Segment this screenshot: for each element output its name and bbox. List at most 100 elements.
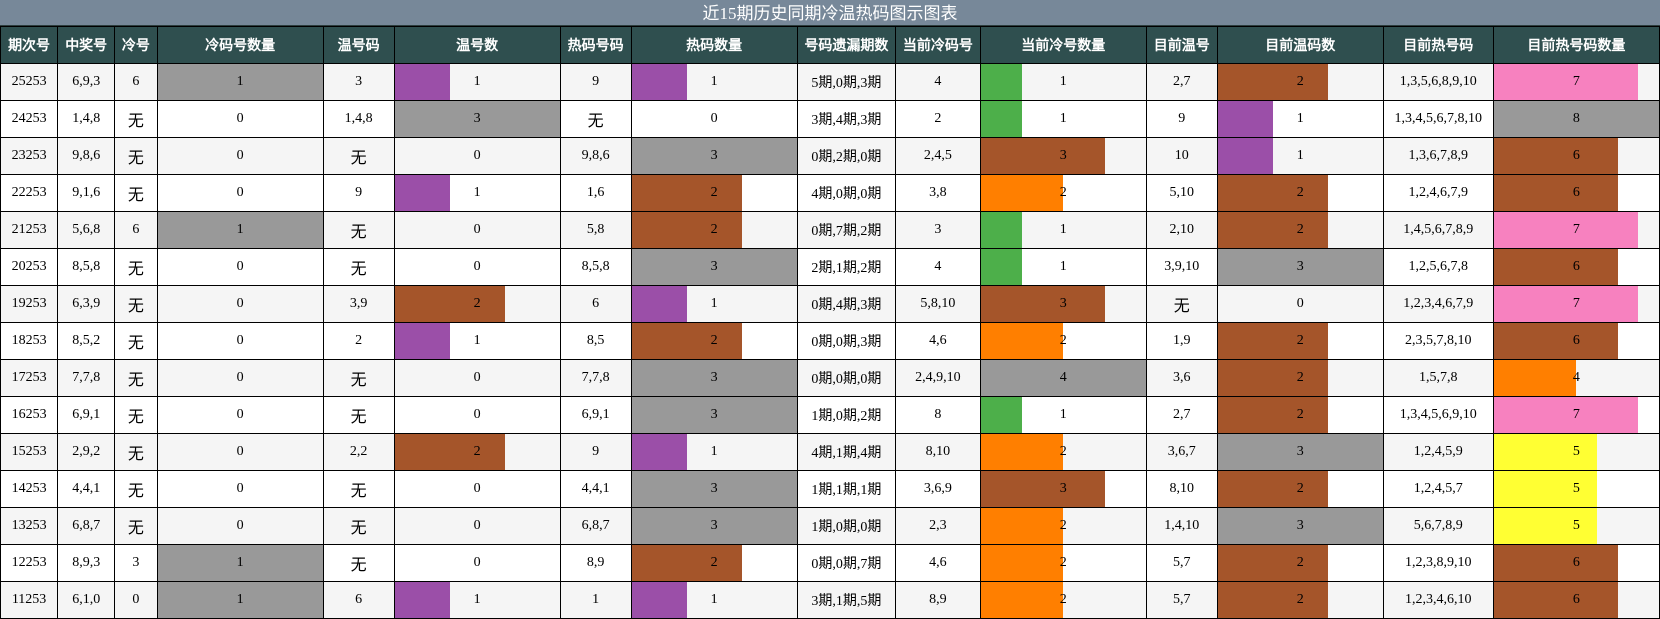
cell-cur-cold-count: 2 [979,507,1147,545]
count-value: 2 [1059,555,1067,570]
count-value: 1 [473,592,481,607]
count-value: 6 [1572,185,1580,200]
cell-warm: 无 [322,396,395,434]
cell-hot: 6 [559,285,632,323]
count-value: 0 [473,481,481,496]
count-value: 2 [473,296,481,311]
count-value: 6 [1572,148,1580,163]
cell-cold: 无 [114,174,158,212]
count-value: 5 [1572,518,1580,533]
cell-cold-count: 1 [156,581,324,619]
count-value: 1 [236,555,244,570]
count-value: 3 [710,148,718,163]
table-row: 15253 2,9,2 无 0 2,2 2 9 1 4期,1期,4期 8,10 2 3,6,7 3 1,2… [0,433,1660,471]
count-bar [981,508,1064,544]
cell-cur-cold: 4 [895,63,981,101]
count-value: 0 [236,481,244,496]
table-row: 18253 8,5,2 无 0 2 1 8,5 2 0期,0期,3期 4,6 2 1,9 2 2,3,5,… [0,322,1660,360]
cell-period: 16253 [0,396,59,434]
cell-cur-hot-count: 4 [1492,359,1660,397]
cell-cold-count: 0 [156,433,324,471]
cell-cur-warm: 5,10 [1145,174,1218,212]
cell-draw: 6,3,9 [57,285,116,323]
header-warm-count: 温号数 [393,26,561,64]
cell-cur-cold: 8,9 [895,581,981,619]
count-value: 0 [473,259,481,274]
count-value: 1 [473,74,481,89]
cell-period: 17253 [0,359,59,397]
count-bar [1494,212,1639,248]
count-value: 6 [1572,333,1580,348]
count-value: 1 [1296,111,1304,126]
cell-cur-cold-count: 4 [979,359,1147,397]
cell-cold: 无 [114,322,158,360]
cell-hot-count: 3 [630,248,798,286]
cell-cold-count: 0 [156,322,324,360]
count-value: 0 [473,370,481,385]
count-bar [1218,397,1328,433]
cell-cur-warm-count: 2 [1216,174,1384,212]
cell-cold: 6 [114,63,158,101]
cell-cur-cold: 4,6 [895,322,981,360]
count-bar [1218,323,1328,359]
cell-miss: 1期,0期,2期 [796,396,897,434]
cell-hot: 1 [559,581,632,619]
cell-cur-warm-count: 2 [1216,63,1384,101]
count-value: 3 [1059,481,1067,496]
count-value: 7 [1572,296,1580,311]
count-bar [1218,138,1273,174]
count-value: 0 [236,333,244,348]
cell-cur-cold: 5,8,10 [895,285,981,323]
cell-cur-cold-count: 3 [979,470,1147,508]
cell-draw: 4,4,1 [57,470,116,508]
chart-title: 近15期历史同期冷温热码图示图表 [0,0,1660,26]
cell-cur-cold-count: 3 [979,285,1147,323]
cell-cur-hot-count: 6 [1492,322,1660,360]
cell-cold-count: 0 [156,174,324,212]
cell-hot: 1,6 [559,174,632,212]
count-value: 6 [1572,555,1580,570]
count-bar [981,212,1022,248]
cell-warm: 2,2 [322,433,395,471]
count-value: 1 [473,185,481,200]
cell-hot: 9,8,6 [559,137,632,175]
cell-cur-cold-count: 2 [979,433,1147,471]
count-bar [1218,101,1273,137]
header-warm: 温号码 [322,26,395,64]
count-value: 1 [236,74,244,89]
header-row: 期次号 中奖号 冷号 冷码号数量 温号码 温号数 热码号码 热码数量 号码遗漏期… [0,26,1660,64]
count-value: 0 [236,185,244,200]
count-value: 3 [473,111,481,126]
table-row: 11253 6,1,0 0 1 6 1 1 1 3期,1期,5期 8,9 2 5,7 2 1,2,3,4,… [0,581,1660,619]
count-value: 2 [1296,555,1304,570]
table-row: 16253 6,9,1 无 0 无 0 6,9,1 3 1期,0期,2期 8 1 2,7 2 1,3,4,… [0,396,1660,434]
cell-warm: 3 [322,63,395,101]
cell-cur-warm: 9 [1145,100,1218,138]
cell-cur-warm: 5,7 [1145,581,1218,619]
header-cur-cold: 当前冷码号 [895,26,981,64]
cell-cur-hot-count: 7 [1492,396,1660,434]
cell-cur-warm: 5,7 [1145,544,1218,582]
header-hot-count: 热码数量 [630,26,798,64]
count-value: 0 [236,296,244,311]
count-bar [632,582,687,618]
cell-draw: 7,7,8 [57,359,116,397]
cell-cur-warm-count: 2 [1216,359,1384,397]
cell-cold: 无 [114,433,158,471]
cell-hot-count: 1 [630,581,798,619]
cell-cold: 3 [114,544,158,582]
count-value: 2 [710,185,718,200]
cell-warm-count: 0 [393,211,561,249]
cell-draw: 6,8,7 [57,507,116,545]
cell-cur-warm: 8,10 [1145,470,1218,508]
cell-cur-hot: 1,2,3,4,6,7,9 [1382,285,1494,323]
cell-draw: 8,9,3 [57,544,116,582]
count-bar [1494,138,1618,174]
cell-cur-cold-count: 3 [979,137,1147,175]
cell-cur-warm-count: 0 [1216,285,1384,323]
cell-period: 13253 [0,507,59,545]
count-value: 0 [236,444,244,459]
count-bar [632,175,742,211]
count-value: 2 [1296,592,1304,607]
cell-cold-count: 0 [156,396,324,434]
